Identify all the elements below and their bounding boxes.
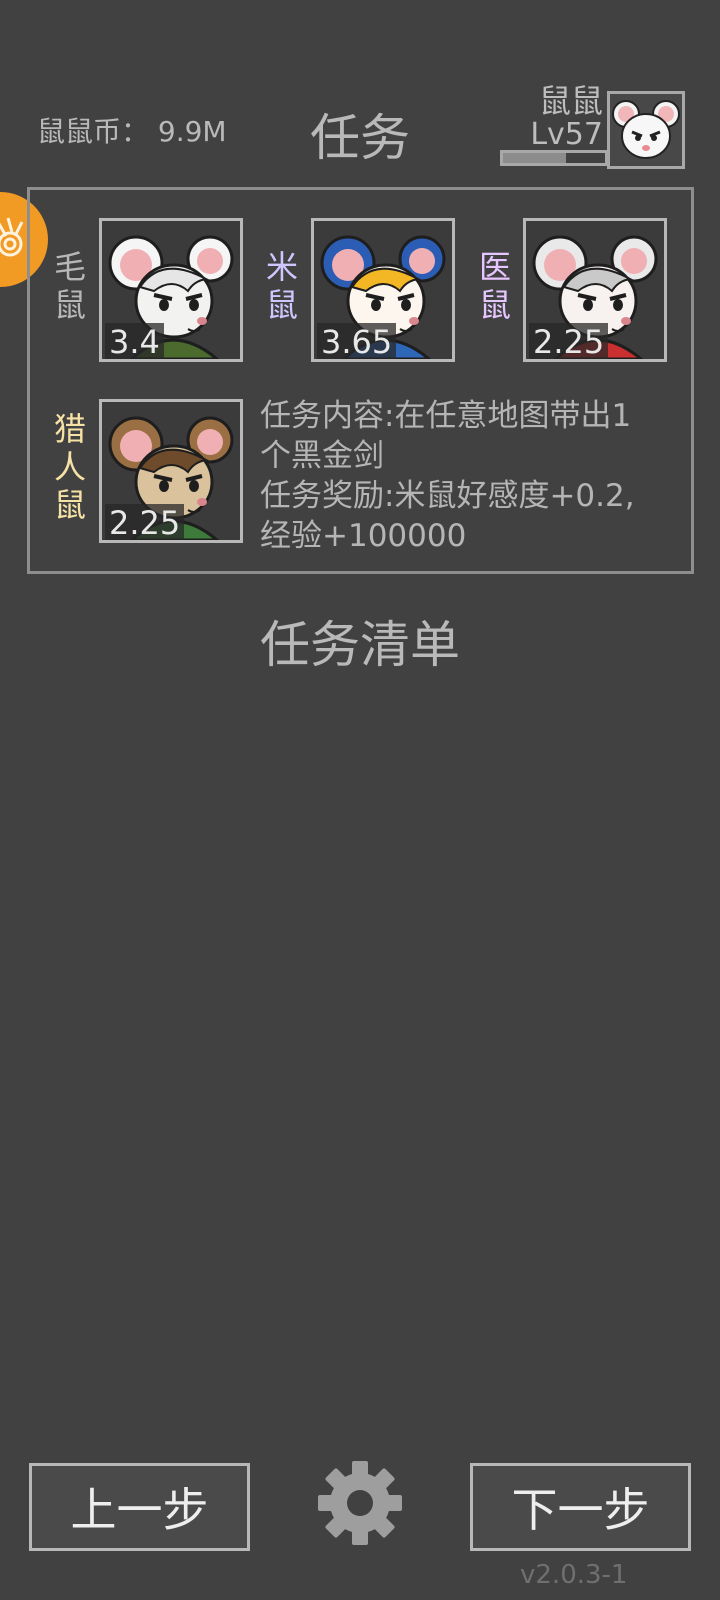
rat-name-mao: 毛 鼠 (52, 248, 88, 324)
player-name: 鼠鼠 (538, 82, 603, 120)
rat-name-char: 鼠 (53, 486, 86, 524)
rat-card-mao[interactable]: 3.4 (99, 218, 243, 362)
task-description: 任务内容:在任意地图带出1 个黑金剑 任务奖励:米鼠好感度+0.2, 经验+10… (260, 396, 680, 556)
rat-affinity-value: 3.65 (317, 323, 397, 359)
next-step-button[interactable]: 下一步 (470, 1463, 691, 1551)
white-rat-avatar-icon (612, 100, 680, 159)
coins-display: 鼠鼠币： 9.9M (37, 115, 227, 148)
rat-name-char: 人 (53, 448, 86, 486)
player-level: Lv57 (530, 117, 603, 152)
version-label: v2.0.3-1 (520, 1560, 628, 1590)
task-content-line: 个黑金剑 (260, 438, 384, 474)
rat-name-char: 鼠 (53, 286, 86, 324)
rat-card-mi[interactable]: 3.65 (311, 218, 455, 362)
rat-affinity-value: 2.25 (105, 504, 185, 540)
task-list-title: 任务清单 (260, 616, 460, 674)
rat-name-lieren: 猎 人 鼠 (52, 410, 88, 524)
task-content: 任务内容:在任意地图带出1 个黑金剑 (260, 396, 680, 476)
rat-card-yi[interactable]: 2.25 (523, 218, 667, 362)
rat-name-char: 米 (265, 248, 298, 286)
rat-name-char: 医 (478, 248, 511, 286)
rat-name-char: 鼠 (478, 286, 511, 324)
task-content-line: 任务内容:在任意地图带出1 (260, 398, 632, 434)
rat-name-yi: 医 鼠 (477, 248, 513, 324)
xp-progress-bar (500, 150, 608, 166)
rat-affinity-value: 2.25 (529, 323, 609, 359)
rat-name-mi: 米 鼠 (264, 248, 300, 324)
page-title: 任务 (310, 109, 410, 167)
gear-icon (318, 1461, 402, 1545)
rat-name-char: 鼠 (265, 286, 298, 324)
task-reward-line: 任务奖励:米鼠好感度+0.2, (260, 478, 635, 514)
xp-progress-fill (503, 153, 567, 163)
task-reward: 任务奖励:米鼠好感度+0.2, 经验+100000 (260, 476, 680, 556)
task-reward-line: 经验+100000 (260, 518, 467, 554)
player-avatar[interactable] (607, 91, 685, 169)
settings-button[interactable] (318, 1461, 402, 1545)
rat-affinity-value: 3.4 (105, 323, 164, 359)
rat-card-lieren[interactable]: 2.25 (99, 399, 243, 543)
rat-name-char: 猎 (53, 410, 86, 448)
rat-name-char: 毛 (53, 248, 86, 286)
prev-step-button[interactable]: 上一步 (29, 1463, 250, 1551)
